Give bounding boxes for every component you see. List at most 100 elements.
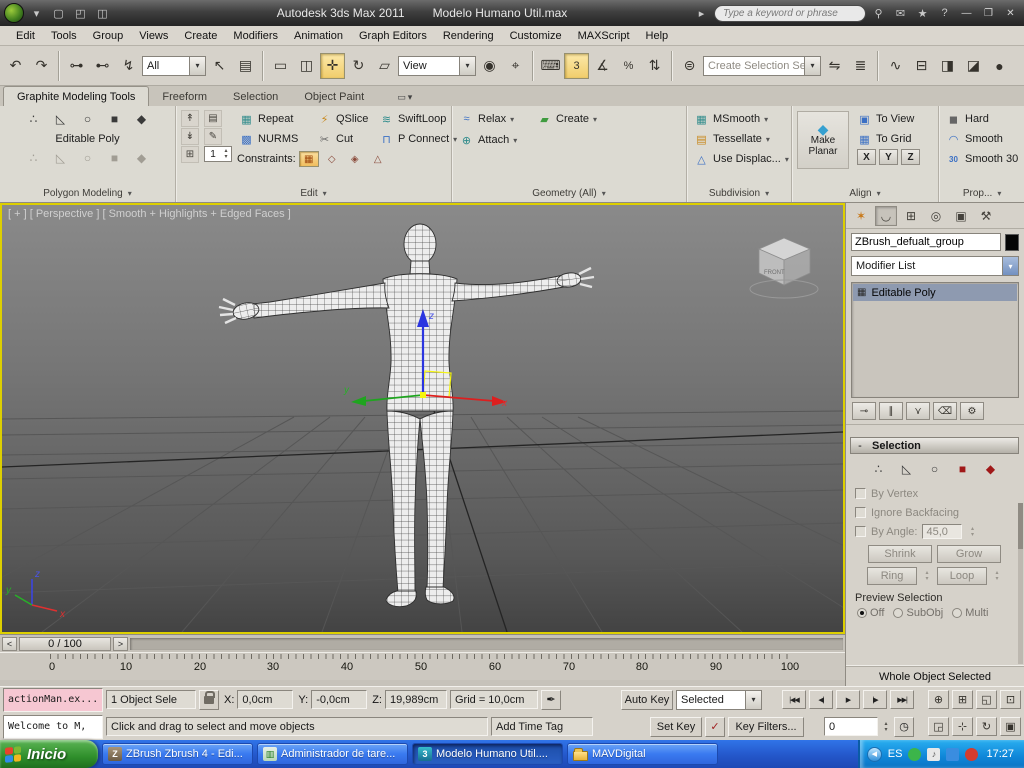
view-cube[interactable]: FRONT [749, 237, 819, 299]
dropdown-arrow-icon[interactable]: ▾ [459, 56, 475, 75]
create-button[interactable]: ▰ Create ▾ [535, 109, 613, 129]
select-and-move-icon[interactable]: ✛ [320, 52, 345, 79]
tray-collapse-icon[interactable]: ◀ [866, 746, 882, 762]
render-icon[interactable]: ● [987, 53, 1012, 79]
edit-mini-grid-icon[interactable]: ⊞ [181, 146, 199, 163]
ring-button[interactable]: Ring [867, 567, 917, 585]
make-unique-button[interactable]: ⋎ [906, 402, 930, 420]
tab-graphite-modeling-tools[interactable]: Graphite Modeling Tools [3, 86, 150, 106]
pan-button[interactable]: ⊹ [952, 717, 973, 736]
human-model[interactable] [218, 223, 595, 608]
select-and-manipulate-icon[interactable]: ⌖ [503, 53, 528, 79]
edge-mode-icon[interactable]: ◺ [51, 111, 71, 127]
search-icon[interactable]: ⚲ [869, 4, 888, 22]
shrink-button[interactable]: Shrink [868, 545, 932, 563]
grow-button[interactable]: Grow [937, 545, 1001, 563]
select-and-link-icon[interactable]: ⊶ [64, 53, 89, 79]
edit-mini-down-icon[interactable]: ↡ [181, 128, 199, 145]
smooth-30-button[interactable]: 30 Smooth 30 [944, 149, 1020, 169]
play-button[interactable]: ▶ [836, 690, 860, 709]
ring-spinner[interactable]: ▴ ▾ [922, 570, 932, 582]
window-crossing-icon[interactable]: ◫ [294, 53, 319, 79]
menu-graph-editors[interactable]: Graph Editors [351, 28, 435, 44]
panel-caption-properties[interactable]: Prop... ▾ [939, 185, 1024, 202]
next-frame-arrow[interactable]: > [113, 636, 128, 651]
menu-group[interactable]: Group [85, 28, 132, 44]
tab-freeform[interactable]: Freeform [149, 88, 220, 106]
y-coord-field[interactable]: -0,0cm [311, 690, 368, 709]
select-and-rotate-icon[interactable]: ↻ [346, 53, 371, 79]
taskbar-item-mavdigital-folder[interactable]: MAVDigital [567, 743, 718, 765]
object-color-swatch[interactable] [1005, 233, 1019, 251]
key-mode-dropdown[interactable]: Selected ▾ [676, 689, 762, 710]
tray-volume-icon[interactable]: ♪ [927, 747, 941, 761]
maximize-button[interactable]: ❐ [979, 5, 998, 21]
key-filters-button[interactable]: Key Filters... [728, 716, 804, 737]
unlink-selection-icon[interactable]: ⊷ [90, 53, 115, 79]
tessellate-button[interactable]: ▤ Tessellate ▾ [692, 129, 786, 149]
dropdown-arrow-icon[interactable]: ▾ [1002, 257, 1018, 275]
zoom-extents-all-button[interactable]: ⊡ [1000, 690, 1021, 709]
curve-editor-icon[interactable]: ∿ [883, 53, 908, 79]
infocenter-arrow-icon[interactable]: ▸ [692, 4, 711, 22]
previous-frame-arrow[interactable]: < [2, 636, 17, 651]
msmooth-button[interactable]: ▦ MSmooth ▾ [692, 109, 786, 129]
constraint-none-icon[interactable]: ▦ [298, 151, 319, 167]
edit-mini-up-icon[interactable]: ↟ [181, 110, 199, 127]
x-coord-field[interactable]: 0,0cm [237, 690, 294, 709]
orbit-button[interactable]: ↻ [976, 717, 997, 736]
border-subobject-icon[interactable]: ○ [925, 461, 945, 477]
redo-icon[interactable]: ↷ [29, 53, 54, 79]
keyboard-override-icon[interactable]: ⌨ [538, 53, 563, 79]
vertex-subobject-icon[interactable]: ∴ [869, 461, 889, 477]
rollout-scrollbar[interactable] [1018, 503, 1023, 664]
help-icon[interactable]: ? [935, 4, 954, 22]
set-keys-check-icon[interactable]: ✓ [705, 716, 725, 737]
select-by-name-icon[interactable]: ▤ [233, 53, 258, 79]
maxscript-mini-listener[interactable]: Welcome to M, [3, 714, 103, 739]
maximize-viewport-button[interactable]: ▣ [1000, 717, 1021, 736]
minimize-button[interactable]: — [957, 5, 976, 21]
polygon-mode-icon[interactable]: ■ [105, 111, 125, 127]
schematic-view-icon[interactable]: ⊟ [909, 53, 934, 79]
show-end-result-button[interactable]: ∥ [879, 402, 903, 420]
show-end-result-icon[interactable]: ○ [78, 150, 98, 166]
track-bar[interactable]: 0 10 20 30 40 50 60 70 80 90 100 [0, 652, 845, 680]
search-input[interactable] [714, 4, 866, 22]
preview-off-radio[interactable]: Off [857, 607, 884, 619]
menu-rendering[interactable]: Rendering [435, 28, 502, 44]
tab-selection[interactable]: Selection [220, 88, 291, 106]
selection-set-dropdown[interactable]: Create Selection Se ▾ [703, 55, 821, 76]
collapse-stack-icon[interactable]: ◆ [132, 150, 152, 166]
use-displacement-button[interactable]: △ Use Displac... ▾ [692, 149, 789, 169]
by-angle-checkbox[interactable] [855, 526, 866, 537]
modifier-list-dropdown[interactable]: Modifier List ▾ [851, 256, 1019, 276]
menu-help[interactable]: Help [638, 28, 677, 44]
undo-icon[interactable]: ↶ [3, 53, 28, 79]
zoom-button[interactable]: ⊕ [928, 690, 949, 709]
frame-spinner[interactable]: ▴ ▾ [881, 721, 891, 733]
step-forward-button[interactable]: |▶ [863, 690, 887, 709]
by-angle-spinner[interactable]: ▴ ▾ [967, 526, 977, 538]
loop-spinner[interactable]: ▴ ▾ [992, 570, 1002, 582]
dropdown-arrow-icon[interactable]: ▾ [189, 56, 205, 75]
stack-item-editable-poly[interactable]: ▦ Editable Poly [853, 284, 1017, 301]
go-start-button[interactable]: |◀◀ [782, 690, 806, 709]
app-menu-dropdown-icon[interactable]: ▾ [27, 4, 46, 22]
motion-tab-icon[interactable]: ◎ [925, 206, 947, 226]
by-vertex-checkbox[interactable] [855, 488, 866, 499]
open-file-icon[interactable]: ◰ [71, 4, 90, 22]
tab-object-paint[interactable]: Object Paint [291, 88, 377, 106]
next-modifier-icon[interactable]: ■ [105, 150, 125, 166]
editable-poly-label[interactable]: Editable Poly [5, 130, 170, 148]
panel-caption-align[interactable]: Align ▾ [792, 185, 938, 202]
tray-shield-icon[interactable] [908, 747, 922, 761]
nurms-button[interactable]: ▩ NURMS [237, 129, 315, 149]
edit-mini-pen-icon[interactable]: ✎ [204, 128, 222, 145]
tray-status-icon[interactable] [965, 747, 979, 761]
start-button[interactable]: Inicio [0, 740, 98, 768]
smooth-button[interactable]: ◠ Smooth [944, 129, 1020, 149]
time-configuration-icon[interactable]: ◷ [894, 716, 914, 737]
constraint-face-icon[interactable]: ◈ [345, 151, 365, 167]
zoom-all-button[interactable]: ⊞ [952, 690, 973, 709]
